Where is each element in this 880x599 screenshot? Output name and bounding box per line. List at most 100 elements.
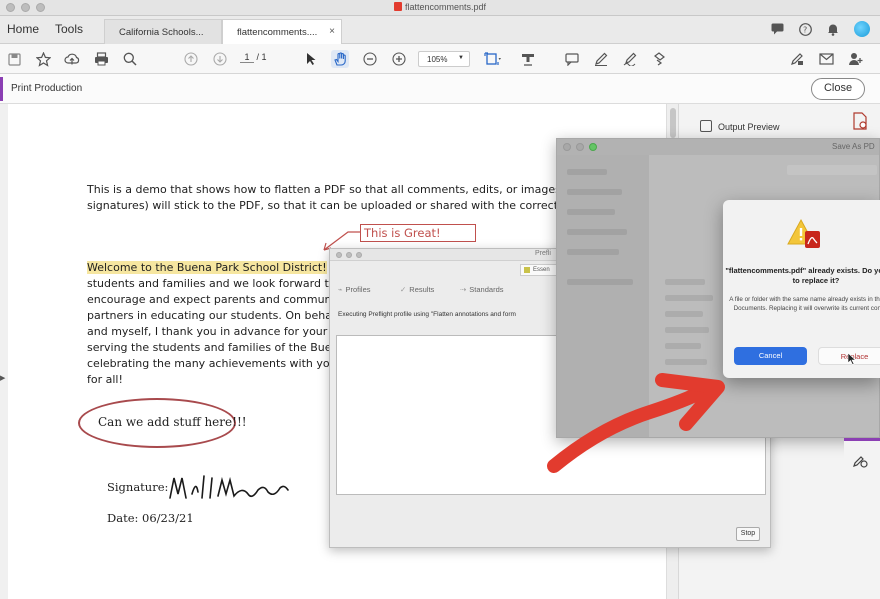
zoom-select[interactable]: 105% ▼ (418, 51, 470, 67)
file-list-item[interactable] (665, 359, 707, 365)
minimize-window-button[interactable] (346, 252, 352, 258)
tool-title: Print Production (11, 83, 83, 94)
tab-profiles[interactable]: ⌁ Profiles (338, 285, 371, 294)
page-total: 1 (261, 52, 267, 62)
next-page-icon[interactable] (211, 50, 229, 68)
preflight-window-controls (336, 252, 362, 258)
help-icon[interactable]: ? (798, 22, 812, 36)
sidebar-item[interactable] (567, 279, 633, 285)
window-titlebar: flattencomments.pdf (0, 0, 880, 16)
file-list-item[interactable] (665, 311, 703, 317)
avatar[interactable] (854, 21, 870, 37)
tool-accent-bar (0, 77, 3, 101)
save-as-filename-field[interactable] (787, 165, 877, 175)
zoom-out-icon[interactable] (361, 50, 379, 68)
tab-flattencomments[interactable]: flattencomments.... × (222, 19, 342, 44)
save-as-sidebar (557, 155, 649, 437)
main-toolbar: 1 / 1 105% ▼ (0, 44, 880, 74)
zoom-value: 105% (427, 55, 448, 64)
alert-headline: "flattencomments.pdf" already exists. Do… (725, 266, 880, 285)
output-preview-label: Output Preview (718, 122, 780, 132)
protect-icon[interactable] (852, 453, 868, 472)
tab-close-icon[interactable]: × (329, 26, 335, 37)
mail-icon[interactable] (817, 50, 835, 68)
sidebar-item[interactable] (567, 249, 619, 255)
fit-page-icon[interactable] (481, 50, 505, 68)
signature-label: Signature: (107, 480, 169, 494)
file-list-item[interactable] (665, 295, 713, 301)
add-user-icon[interactable] (846, 50, 864, 68)
highlighted-text[interactable]: Welcome to the Buena Park School Distric… (87, 261, 327, 274)
svg-text:?: ? (803, 25, 807, 34)
page-current[interactable]: 1 (240, 52, 254, 63)
zoom-in-icon[interactable] (390, 50, 408, 68)
chat-icon[interactable] (770, 22, 784, 36)
tab-standards-label: Standards (469, 285, 504, 294)
left-rail: ▶ (0, 104, 8, 599)
zoom-window-button[interactable] (589, 143, 597, 151)
sidebar-item[interactable] (567, 229, 627, 235)
tab-label: flattencomments.... (237, 27, 318, 38)
tab-label: California Schools... (119, 27, 204, 38)
upload-cloud-icon[interactable] (63, 50, 81, 68)
tab-results-label: Results (409, 285, 435, 294)
scrollbar-thumb[interactable] (670, 108, 676, 138)
page-separator: / (256, 52, 260, 62)
body-line: partners in educating our students. On b… (87, 309, 339, 322)
output-preview-item[interactable]: Output Preview (700, 120, 780, 132)
intro-line-1: This is a demo that shows how to flatten… (87, 183, 585, 196)
minimize-window-button[interactable] (576, 143, 584, 151)
replace-alert: "flattencomments.pdf" already exists. Do… (723, 200, 880, 378)
comment-icon[interactable] (563, 50, 581, 68)
save-icon[interactable] (5, 50, 23, 68)
close-window-button[interactable] (336, 252, 342, 258)
file-list-item[interactable] (665, 279, 705, 285)
stop-button[interactable]: Stop (736, 527, 760, 541)
tab-california-schools[interactable]: California Schools... (104, 19, 222, 44)
body-line: and myself, I thank you in advance for y… (87, 325, 344, 338)
window-title-text: flattencomments.pdf (404, 2, 487, 12)
file-list-item[interactable] (665, 343, 701, 349)
body-line: celebrating the many achievements with y… (87, 357, 347, 370)
sign-pen-icon[interactable] (621, 50, 639, 68)
app-window: flattencomments.pdf Home Tools Californi… (0, 0, 880, 599)
stamp-icon[interactable] (650, 50, 668, 68)
close-window-button[interactable] (563, 143, 571, 151)
bookmark-star-icon[interactable] (34, 50, 52, 68)
edit-text-icon[interactable] (788, 50, 806, 68)
sidebar-item[interactable] (567, 189, 622, 195)
date-field: Date: 06/23/21 (107, 511, 194, 525)
close-tool-button[interactable]: Close (811, 78, 865, 100)
cancel-button[interactable]: Cancel (734, 347, 807, 365)
sidebar-item[interactable] (567, 209, 615, 215)
previous-page-icon[interactable] (182, 50, 200, 68)
search-icon[interactable] (121, 50, 139, 68)
select-arrow-icon[interactable] (302, 50, 320, 68)
body-line: students and families and we look forwar… (87, 277, 346, 290)
bell-icon[interactable] (826, 22, 840, 36)
expand-left-panel-icon[interactable]: ▶ (0, 374, 5, 382)
tab-standards[interactable]: ⇢ Standards (460, 285, 504, 294)
pen-icon[interactable] (592, 50, 610, 68)
menu-home[interactable]: Home (7, 22, 39, 36)
circled-text: Can we add stuff here!!! (98, 415, 247, 429)
hand-tool-icon[interactable] (331, 50, 349, 68)
zoom-window-button[interactable] (356, 252, 362, 258)
tool-subbar: Print Production Close (0, 74, 880, 104)
file-list-item[interactable] (665, 327, 709, 333)
handwritten-signature (169, 475, 289, 499)
output-preview-icon (700, 120, 712, 132)
print-icon[interactable] (92, 50, 110, 68)
standards-icon: ⇢ (460, 285, 467, 294)
page-indicator[interactable]: 1 / 1 (240, 52, 267, 63)
tab-results[interactable]: ✓ Results (400, 285, 434, 294)
menu-tools[interactable]: Tools (55, 22, 83, 36)
stamp-tool-icon[interactable] (519, 50, 537, 68)
preflight-title: Prefli (535, 250, 551, 257)
callout-comment[interactable]: This is Great! (360, 224, 476, 242)
sidebar-item[interactable] (567, 169, 607, 175)
chevron-down-icon: ▼ (458, 55, 464, 61)
pdf-settings-icon[interactable] (852, 112, 868, 135)
mouse-cursor-icon (847, 352, 857, 365)
profiles-icon: ⌁ (338, 285, 343, 294)
